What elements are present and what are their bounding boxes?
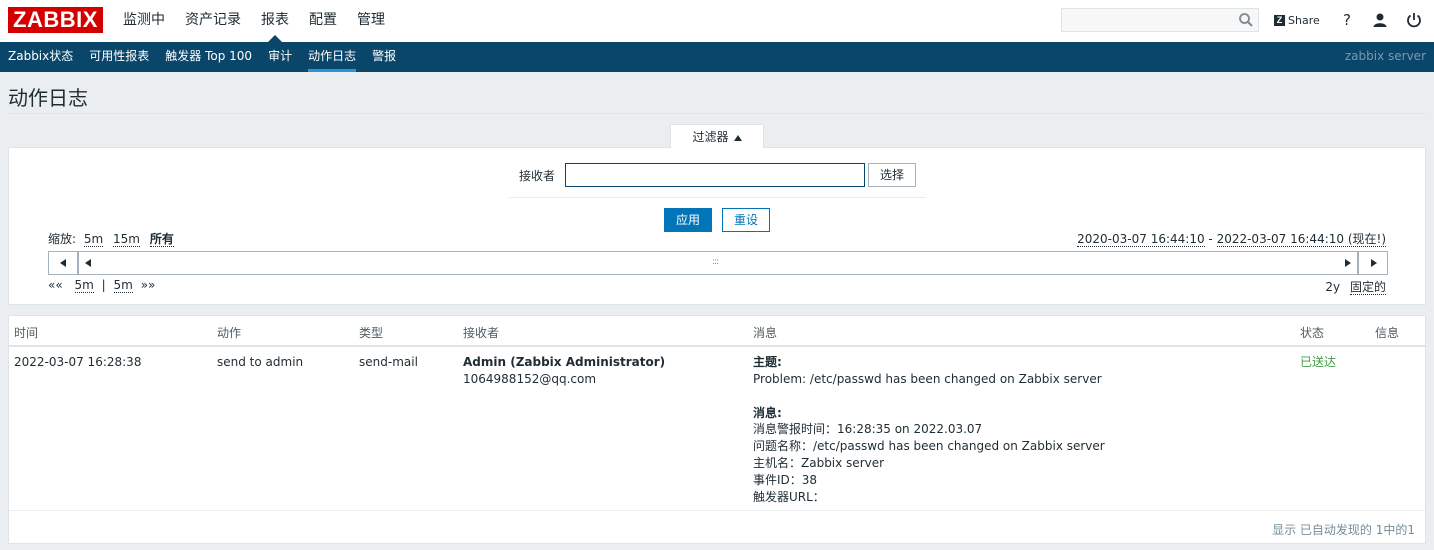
time-slider[interactable]: :::: [78, 251, 1358, 275]
power-icon[interactable]: [1405, 11, 1423, 29]
message-label: 消息:: [753, 405, 782, 420]
zoom-all[interactable]: 所有: [149, 232, 174, 247]
step-left-5m[interactable]: 5m: [74, 278, 94, 293]
time-next-button[interactable]: [1358, 251, 1388, 275]
message-line: 消息警报时间：16:28:35 on 2022.03.07: [753, 422, 983, 437]
message-line: 触发器URL：: [753, 489, 825, 504]
subnav-zabbix-status[interactable]: Zabbix状态: [0, 42, 81, 72]
col-status: 状态: [1300, 326, 1325, 340]
recipient-email: 1064988152@qq.com: [463, 372, 597, 386]
nav-monitoring[interactable]: 监测中: [113, 0, 175, 42]
nav-reports[interactable]: 报表: [251, 0, 299, 42]
step-back-link[interactable]: ««: [48, 278, 63, 292]
cell-action: send to admin: [217, 355, 304, 369]
col-recipient: 接收者: [463, 326, 500, 340]
subnav-availability-report[interactable]: 可用性报表: [81, 42, 157, 72]
cell-time: 2022-03-07 16:28:38: [14, 355, 142, 369]
search-icon[interactable]: [1238, 12, 1254, 28]
sub-nav-bar: Zabbix状态 可用性报表 触发器 Top 100 审计 动作日志 警报 za…: [0, 42, 1434, 72]
arrow-left-icon: [60, 259, 66, 267]
message-line: 主机名：Zabbix server: [753, 455, 885, 470]
cell-message: 主题: Problem: /etc/passwd has been change…: [753, 354, 1105, 505]
help-icon[interactable]: ?: [1338, 11, 1356, 29]
col-message: 消息: [753, 326, 778, 340]
top-bar: ZABBIX 监测中 资产记录 报表 配置 管理 Z Share ?: [0, 0, 1434, 42]
step-right-5m[interactable]: 5m: [113, 278, 133, 293]
time-step-row: «« 5m | 5m »»: [48, 278, 156, 293]
range-separator: -: [1204, 232, 1217, 246]
filter-tab[interactable]: 过滤器: [670, 124, 764, 148]
select-button[interactable]: 选择: [868, 163, 916, 187]
caret-up-icon: [733, 135, 742, 141]
zoom-5m[interactable]: 5m: [83, 232, 104, 247]
nav-inventory[interactable]: 资产记录: [175, 0, 251, 42]
nav-configuration[interactable]: 配置: [299, 0, 347, 42]
zoom-15m[interactable]: 15m: [113, 232, 140, 247]
filter-tab-label: 过滤器: [692, 130, 729, 144]
status-badge: 已送达: [1300, 355, 1337, 369]
subnav-triggers-top-100[interactable]: 触发器 Top 100: [157, 42, 260, 72]
slider-left-handle-icon[interactable]: [85, 259, 91, 267]
row-divider: [9, 510, 1425, 511]
filter-panel: 接收者 选择 应用 重设 缩放: 5m 15m 所有 2020-03-07 16…: [8, 147, 1426, 305]
message-line: 事件ID：38: [753, 472, 818, 487]
page-title: 动作日志: [8, 86, 88, 110]
time-range: 2020-03-07 16:44:10 - 2022-03-07 16:44:1…: [1077, 230, 1386, 247]
slider-grip-icon[interactable]: :::: [712, 257, 719, 267]
zabbix-logo[interactable]: ZABBIX: [8, 7, 103, 33]
global-search: [1061, 8, 1259, 32]
title-divider: [8, 113, 1426, 114]
search-input[interactable]: [1062, 9, 1232, 31]
sub-nav: Zabbix状态 可用性报表 触发器 Top 100 审计 动作日志 警报: [0, 42, 404, 72]
col-type: 类型: [359, 326, 384, 340]
share-label: Share: [1288, 13, 1320, 27]
range-to[interactable]: 2022-03-07 16:44:10 (现在!): [1216, 232, 1386, 247]
time-prev-button[interactable]: [48, 251, 78, 275]
server-name: zabbix server: [1344, 49, 1426, 63]
apply-button[interactable]: 应用: [664, 208, 712, 232]
subnav-audit[interactable]: 审计: [260, 42, 300, 72]
table-footer-count: 显示 已自动发现的 1中的1: [1272, 523, 1415, 537]
col-info: 信息: [1375, 326, 1400, 340]
filter-divider: [509, 197, 926, 198]
period-row: 2y 固定的: [1325, 278, 1386, 295]
table-header: 时间 动作 类型 接收者 消息 状态 信息: [9, 316, 1425, 347]
nav-administration[interactable]: 管理: [347, 0, 395, 42]
user-profile-icon[interactable]: [1371, 11, 1389, 29]
cell-type: send-mail: [359, 355, 418, 369]
subnav-alerts[interactable]: 警报: [364, 42, 404, 72]
subject-text: Problem: /etc/passwd has been changed on…: [753, 371, 1102, 386]
recipient-label: 接收者: [519, 169, 556, 183]
step-separator: |: [101, 278, 106, 292]
action-log-table: 时间 动作 类型 接收者 消息 状态 信息 2022-03-07 16:28:3…: [8, 315, 1426, 544]
range-from[interactable]: 2020-03-07 16:44:10: [1077, 232, 1205, 247]
share-button[interactable]: Z Share: [1274, 12, 1320, 28]
subnav-action-log[interactable]: 动作日志: [300, 42, 364, 72]
period-value: 2y: [1325, 280, 1341, 294]
main-nav: 监测中 资产记录 报表 配置 管理: [113, 0, 395, 42]
zoom-row: 缩放: 5m 15m 所有: [48, 230, 174, 247]
zabbix-share-icon: Z: [1274, 14, 1285, 26]
step-forward-link[interactable]: »»: [141, 278, 156, 292]
col-action: 动作: [217, 326, 242, 340]
col-time[interactable]: 时间: [14, 324, 38, 341]
recipient-name: Admin (Zabbix Administrator): [463, 355, 666, 369]
cell-recipient: Admin (Zabbix Administrator) 1064988152@…: [463, 354, 665, 388]
subject-label: 主题:: [753, 355, 782, 369]
fixed-toggle[interactable]: 固定的: [1349, 280, 1386, 295]
slider-right-handle-icon[interactable]: [1345, 259, 1351, 267]
reset-button[interactable]: 重设: [722, 208, 770, 232]
zoom-label: 缩放:: [48, 232, 77, 246]
recipient-input[interactable]: [565, 163, 865, 187]
message-line: 问题名称：/etc/passwd has been changed on Zab…: [753, 439, 1105, 454]
arrow-right-icon: [1371, 259, 1377, 267]
